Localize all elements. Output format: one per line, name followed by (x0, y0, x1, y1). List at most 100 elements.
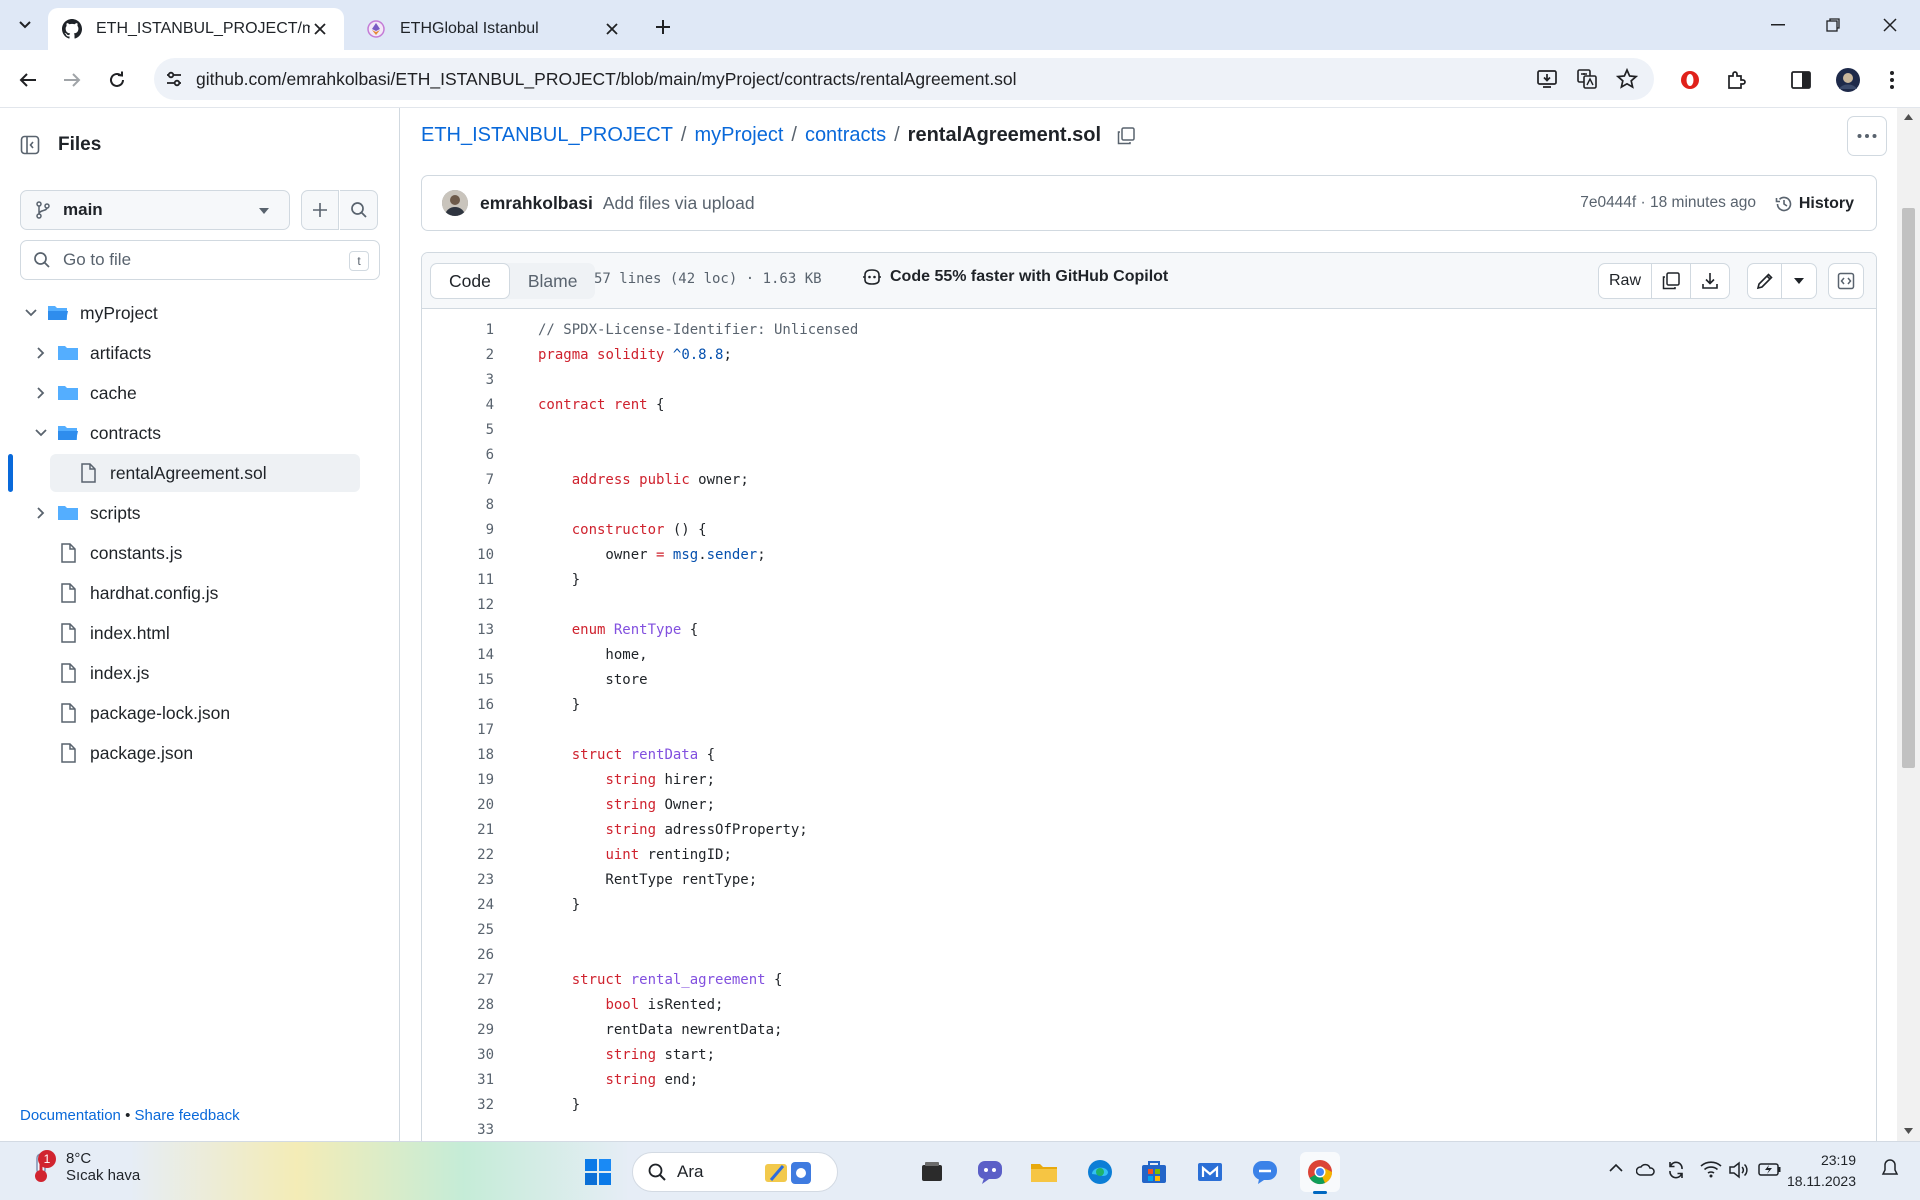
chrome-app[interactable] (1300, 1152, 1340, 1194)
download-button[interactable] (1691, 264, 1729, 298)
line-number[interactable]: 3 (422, 372, 494, 388)
code-line[interactable]: 10 owner = msg.sender; (422, 542, 1876, 567)
back-button[interactable] (12, 64, 44, 96)
new-tab-button[interactable] (648, 12, 678, 42)
code-tab[interactable]: Code (430, 263, 510, 299)
share-feedback-link[interactable]: Share feedback (135, 1107, 240, 1124)
copilot-promo-link[interactable]: Code 55% faster with GitHub Copilot (862, 268, 1168, 286)
start-button[interactable] (578, 1152, 618, 1192)
forward-button[interactable] (56, 64, 88, 96)
translate-icon[interactable] (1576, 68, 1598, 90)
line-number[interactable]: 8 (422, 497, 494, 513)
line-number[interactable]: 18 (422, 747, 494, 763)
tree-file[interactable]: package.json (12, 734, 360, 772)
code-line[interactable]: 17 (422, 717, 1876, 742)
mail-app[interactable] (1190, 1152, 1230, 1192)
add-file-button[interactable] (301, 190, 339, 230)
browser-menu-icon[interactable] (1876, 64, 1908, 96)
code-line[interactable]: 14 home, (422, 642, 1876, 667)
install-app-icon[interactable] (1536, 68, 1558, 90)
taskbar-search[interactable]: Ara (632, 1152, 838, 1192)
line-number[interactable]: 12 (422, 597, 494, 613)
code-line[interactable]: 11 } (422, 567, 1876, 592)
line-number[interactable]: 9 (422, 522, 494, 538)
code-line[interactable]: 19 string hirer; (422, 767, 1876, 792)
close-tab-icon[interactable] (310, 19, 330, 39)
code-line[interactable]: 15 store (422, 667, 1876, 692)
chat-app[interactable] (970, 1152, 1010, 1192)
scrollbar-thumb[interactable] (1902, 208, 1915, 768)
chevron-down-icon[interactable] (32, 424, 50, 442)
code-line[interactable]: 8 (422, 492, 1876, 517)
file-explorer-app[interactable] (1024, 1152, 1064, 1192)
tab-github[interactable]: ETH_ISTANBUL_PROJECT/myProject/contracts… (48, 8, 344, 50)
line-number[interactable]: 31 (422, 1072, 494, 1088)
reload-button[interactable] (101, 64, 133, 96)
breadcrumb-repo[interactable]: ETH_ISTANBUL_PROJECT (421, 124, 673, 147)
tree-file[interactable]: index.html (12, 614, 360, 652)
line-number[interactable]: 30 (422, 1047, 494, 1063)
tree-folder[interactable]: cache (12, 374, 360, 412)
tree-folder[interactable]: artifacts (12, 334, 360, 372)
page-scrollbar[interactable] (1897, 108, 1920, 1141)
code-line[interactable]: 3 (422, 367, 1876, 392)
line-number[interactable]: 19 (422, 772, 494, 788)
code-line[interactable]: 33 (422, 1117, 1876, 1142)
code-line[interactable]: 29 rentData newrentData; (422, 1017, 1876, 1042)
symbols-panel-button[interactable] (1828, 263, 1864, 299)
line-number[interactable]: 32 (422, 1097, 494, 1113)
line-number[interactable]: 1 (422, 322, 494, 338)
code-line[interactable]: 1 // SPDX-License-Identifier: Unlicensed (422, 317, 1876, 342)
blame-tab[interactable]: Blame (510, 263, 596, 299)
history-button[interactable]: History (1765, 186, 1864, 222)
breadcrumb-contracts[interactable]: contracts (805, 124, 886, 147)
minimize-button[interactable] (1760, 10, 1796, 40)
tree-folder[interactable]: scripts (12, 494, 360, 532)
breadcrumb-myproject[interactable]: myProject (694, 124, 783, 147)
battery-icon[interactable] (1758, 1160, 1782, 1178)
line-number[interactable]: 28 (422, 997, 494, 1013)
line-number[interactable]: 17 (422, 722, 494, 738)
code-line[interactable]: 30 string start; (422, 1042, 1876, 1067)
line-number[interactable]: 27 (422, 972, 494, 988)
raw-button[interactable]: Raw (1599, 264, 1653, 298)
task-view-app[interactable] (912, 1152, 952, 1192)
code-line[interactable]: 31 string end; (422, 1067, 1876, 1092)
code-line[interactable]: 20 string Owner; (422, 792, 1876, 817)
store-app[interactable] (1134, 1152, 1174, 1192)
author-avatar[interactable] (442, 190, 468, 216)
line-number[interactable]: 33 (422, 1122, 494, 1138)
code-line[interactable]: 32 } (422, 1092, 1876, 1117)
chevron-right-icon[interactable] (32, 504, 50, 522)
code-line[interactable]: 28 bool isRented; (422, 992, 1876, 1017)
wifi-icon[interactable] (1700, 1160, 1722, 1178)
tab-search-button[interactable] (12, 14, 38, 36)
close-window-button[interactable] (1872, 10, 1908, 40)
search-files-button[interactable] (340, 190, 378, 230)
tree-file[interactable]: hardhat.config.js (12, 574, 360, 612)
system-clock[interactable]: 23:19 18.11.2023 (1787, 1150, 1856, 1192)
volume-icon[interactable] (1728, 1160, 1750, 1180)
more-options-button[interactable] (1847, 116, 1887, 156)
line-number[interactable]: 10 (422, 547, 494, 563)
tab-ethglobal[interactable]: ETHGlobal Istanbul (352, 8, 636, 50)
line-number[interactable]: 15 (422, 672, 494, 688)
code-line[interactable]: 21 string adressOfProperty; (422, 817, 1876, 842)
line-number[interactable]: 24 (422, 897, 494, 913)
commit-author[interactable]: emrahkolbasi (480, 193, 593, 214)
line-number[interactable]: 26 (422, 947, 494, 963)
line-number[interactable]: 11 (422, 572, 494, 588)
show-hidden-icons-icon[interactable] (1608, 1160, 1624, 1176)
line-number[interactable]: 16 (422, 697, 494, 713)
line-number[interactable]: 21 (422, 822, 494, 838)
code-line[interactable]: 22 uint rentingID; (422, 842, 1876, 867)
code-line[interactable]: 25 (422, 917, 1876, 942)
code-line[interactable]: 2 pragma solidity ^0.8.8; (422, 342, 1876, 367)
code-line[interactable]: 4 contract rent { (422, 392, 1876, 417)
line-number[interactable]: 2 (422, 347, 494, 363)
profile-avatar[interactable] (1832, 64, 1864, 96)
code-line[interactable]: 5 (422, 417, 1876, 442)
copy-path-icon[interactable] (1117, 126, 1135, 145)
code-line[interactable]: 27 struct rental_agreement { (422, 967, 1876, 992)
messenger-app[interactable] (1245, 1152, 1285, 1192)
